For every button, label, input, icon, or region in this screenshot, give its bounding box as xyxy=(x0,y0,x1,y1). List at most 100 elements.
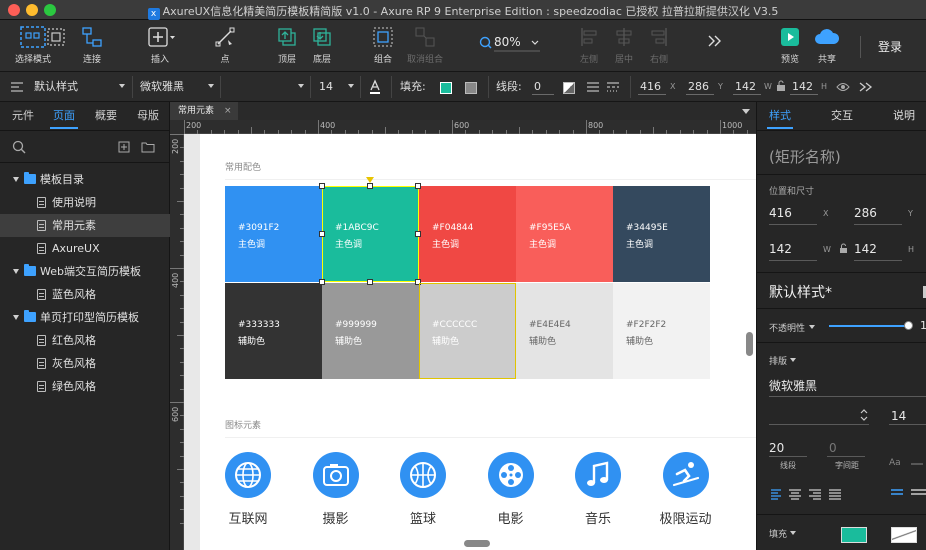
icon-tile[interactable]: 音乐 xyxy=(563,452,633,527)
share-button[interactable]: 共享 xyxy=(810,26,844,65)
icon-tile[interactable]: 电影 xyxy=(476,452,546,527)
fill-color-swatch[interactable] xyxy=(440,82,452,94)
tab-masters[interactable]: 母版 xyxy=(137,102,159,130)
opacity-slider[interactable] xyxy=(829,325,909,327)
color-swatch[interactable]: #3091F2 主色调 xyxy=(225,186,322,282)
resize-handle[interactable] xyxy=(319,231,325,237)
opacity-slider-handle[interactable] xyxy=(904,321,913,330)
eye-visibility-icon[interactable] xyxy=(836,82,850,92)
tab-libraries[interactable]: 元件 xyxy=(12,102,34,130)
tree-page[interactable]: 红色风格 xyxy=(0,329,170,352)
resize-handle[interactable] xyxy=(415,231,421,237)
search-icon[interactable] xyxy=(12,140,26,154)
close-tab-icon[interactable]: × xyxy=(224,102,232,120)
line-color-swatch[interactable] xyxy=(563,82,575,94)
resize-handle[interactable] xyxy=(319,279,325,285)
width-input[interactable]: 142 xyxy=(735,72,756,102)
icon-tile[interactable]: 极限运动 xyxy=(651,452,721,527)
color-swatch[interactable]: #333333 辅助色 xyxy=(225,283,322,379)
color-swatch[interactable]: #F04844 主色调 xyxy=(419,186,516,282)
tree-page[interactable]: 灰色风格 xyxy=(0,352,170,375)
line-width-input[interactable]: 0 xyxy=(534,72,541,102)
fill-gradient-button[interactable] xyxy=(465,82,477,94)
x-input[interactable]: 416 xyxy=(769,206,792,220)
resize-handle[interactable] xyxy=(415,183,421,189)
style-manager-icon[interactable] xyxy=(10,81,24,93)
zoom-select[interactable]: 80% xyxy=(478,34,542,52)
tree-page[interactable]: 常用元素 xyxy=(0,214,170,237)
text-color-icon[interactable] xyxy=(368,79,382,95)
font-weight-stepper-icon[interactable] xyxy=(859,408,869,422)
tab-outline[interactable]: 概要 xyxy=(95,102,117,130)
align-right-button[interactable]: 右侧 xyxy=(644,26,674,65)
icon-tile[interactable]: 篮球 xyxy=(388,452,458,527)
tree-folder[interactable]: 单页打印型简历模板 xyxy=(0,306,170,329)
tree-folder[interactable]: Web端交互简历模板 xyxy=(0,260,170,283)
style-name-select[interactable]: 默认样式* xyxy=(769,282,832,302)
expand-caret-icon[interactable] xyxy=(13,315,19,320)
resize-handle[interactable] xyxy=(367,279,373,285)
bring-to-top-button[interactable]: 顶层 xyxy=(270,26,304,65)
font-size-select[interactable]: 14 xyxy=(319,72,333,102)
add-page-icon[interactable] xyxy=(118,141,130,153)
y-input[interactable]: 286 xyxy=(854,206,877,220)
insert-button[interactable]: 插入 xyxy=(140,26,180,65)
height-input[interactable]: 142 xyxy=(854,242,877,256)
login-button[interactable]: 登录 xyxy=(878,38,902,55)
shape-name-input[interactable]: (矩形名称) xyxy=(769,146,841,167)
color-swatch[interactable]: #999999 辅助色 xyxy=(322,283,419,379)
horizontal-scrollbar-thumb[interactable] xyxy=(464,540,490,547)
lock-aspect-icon[interactable] xyxy=(776,80,786,92)
lock-aspect-icon[interactable] xyxy=(839,243,848,254)
tab-notes[interactable]: 说明 xyxy=(893,102,915,130)
font-family-select[interactable]: 微软雅黑 xyxy=(140,72,184,102)
send-to-bottom-button[interactable]: 底层 xyxy=(305,26,339,65)
align-left-button[interactable]: 左侧 xyxy=(574,26,604,65)
tab-current-page[interactable]: 常用元素 × xyxy=(170,102,238,120)
tree-folder[interactable]: 模板目录 xyxy=(0,168,170,191)
line-height-input[interactable]: 20 xyxy=(769,441,784,455)
line-width-icon[interactable] xyxy=(586,81,600,93)
resize-handle[interactable] xyxy=(367,183,373,189)
tab-interactions[interactable]: 交互 xyxy=(831,102,853,130)
point-button[interactable]: 点 xyxy=(208,26,242,65)
line-style-icon[interactable] xyxy=(606,81,620,93)
more-tools-button[interactable] xyxy=(704,34,726,48)
y-input[interactable]: 286 xyxy=(688,72,709,102)
preview-button[interactable]: 预览 xyxy=(775,26,805,65)
tree-page[interactable]: 蓝色风格 xyxy=(0,283,170,306)
font-family-input[interactable]: 微软雅黑 xyxy=(769,377,817,394)
expand-caret-icon[interactable] xyxy=(13,269,19,274)
x-input[interactable]: 416 xyxy=(640,72,661,102)
text-align-icons[interactable] xyxy=(771,488,843,500)
resize-handle[interactable] xyxy=(319,183,325,189)
group-button[interactable]: 组合 xyxy=(366,26,400,65)
connect-button[interactable]: 连接 xyxy=(74,26,110,65)
height-input[interactable]: 142 xyxy=(792,72,813,102)
select-contain-button[interactable] xyxy=(45,28,67,46)
tree-page[interactable]: AxureUX xyxy=(0,237,170,260)
color-swatch[interactable]: #34495E 主色调 xyxy=(613,186,710,282)
tab-style[interactable]: 样式 xyxy=(769,102,791,130)
color-swatch[interactable]: #F2F2F2 辅助色 xyxy=(613,283,710,379)
icon-tile[interactable]: 摄影 xyxy=(301,452,371,527)
tree-page[interactable]: 绿色风格 xyxy=(0,375,170,398)
tree-page[interactable]: 使用说明 xyxy=(0,191,170,214)
fill-color-swatch[interactable] xyxy=(841,527,867,543)
vertical-align-icons[interactable] xyxy=(891,487,926,499)
font-size-input[interactable]: 14 xyxy=(891,409,906,423)
color-swatch[interactable]: #E4E4E4 辅助色 xyxy=(516,283,613,379)
expand-caret-icon[interactable] xyxy=(13,177,19,182)
align-center-button[interactable]: 居中 xyxy=(609,26,639,65)
icon-tile[interactable]: 互联网 xyxy=(213,452,283,527)
opacity-value[interactable]: 1 xyxy=(920,319,926,332)
text-case-icon[interactable]: Aa xyxy=(889,455,923,467)
vertical-scrollbar-thumb[interactable] xyxy=(746,332,753,356)
ungroup-button[interactable]: 取消组合 xyxy=(402,26,448,65)
tabs-menu-chevron-icon[interactable] xyxy=(742,109,750,114)
more-properties-icon[interactable] xyxy=(858,81,874,93)
tab-pages[interactable]: 页面 xyxy=(53,102,75,130)
letter-spacing-input[interactable]: 0 xyxy=(829,441,837,455)
fill-image-swatch[interactable] xyxy=(891,527,917,543)
add-folder-icon[interactable] xyxy=(141,141,155,153)
